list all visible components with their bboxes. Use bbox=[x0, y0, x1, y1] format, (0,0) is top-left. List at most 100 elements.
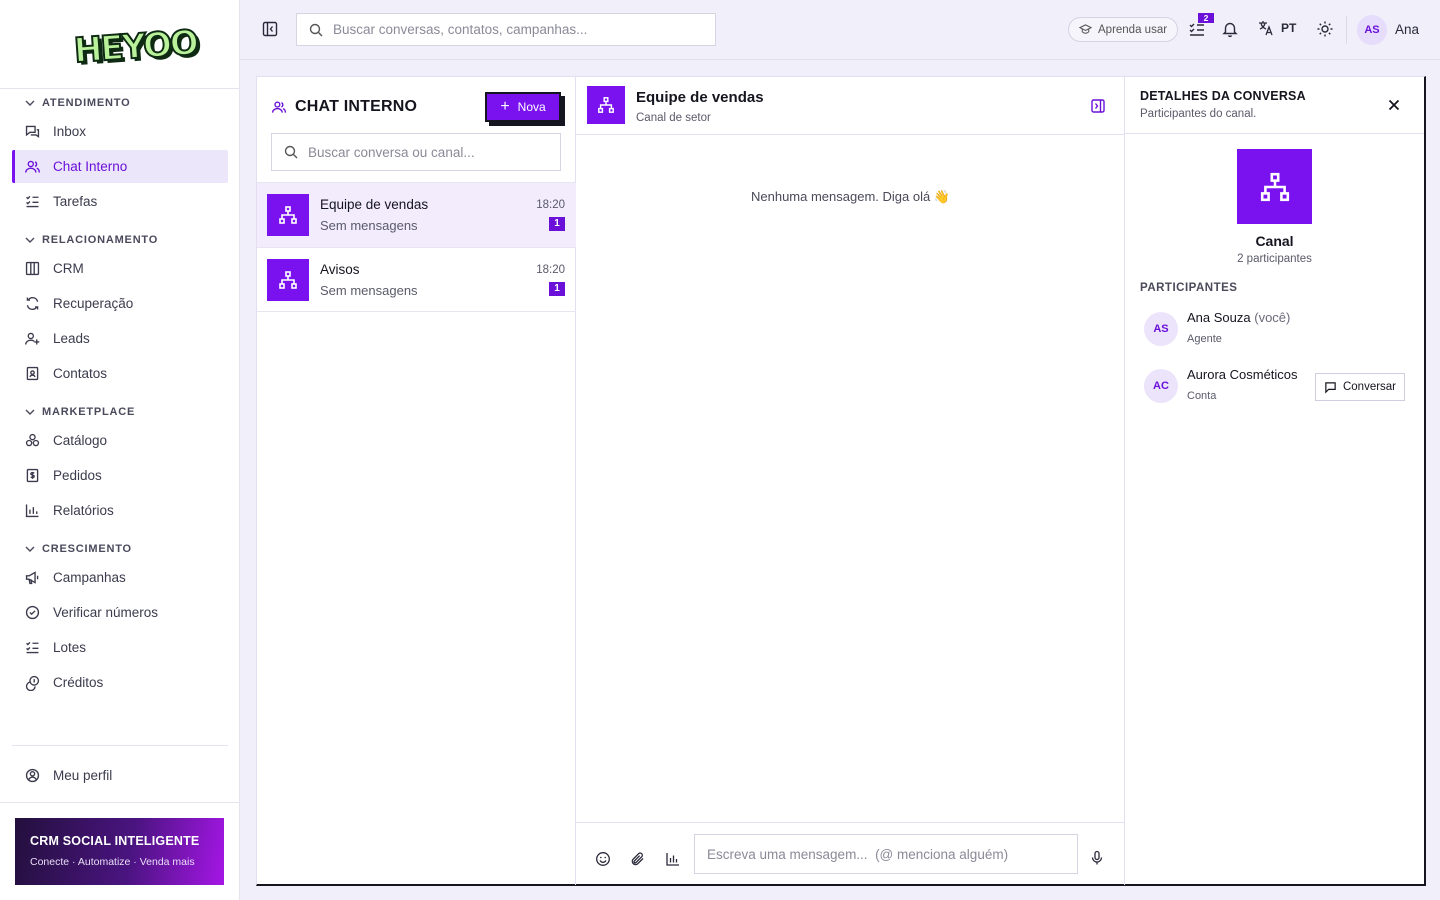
sidebar-item-pedidos[interactable]: Pedidos bbox=[12, 459, 228, 492]
sidebar-item-leads[interactable]: Leads bbox=[12, 322, 228, 355]
section-title: ATENDIMENTO bbox=[42, 97, 131, 109]
participant-name-line: Ana Souza (você) bbox=[1187, 310, 1290, 325]
sidebar-item-relatorios[interactable]: Relatórios bbox=[12, 494, 228, 527]
panel-title: CHAT INTERNO bbox=[271, 98, 417, 116]
close-icon[interactable] bbox=[1387, 98, 1401, 112]
conversation-search-input[interactable] bbox=[308, 144, 560, 160]
learn-label: Aprenda usar bbox=[1098, 23, 1168, 36]
section-atendimento[interactable]: ATENDIMENTO bbox=[12, 93, 228, 113]
promo-banner[interactable]: CRM SOCIAL INTELIGENTE Conecte · Automat… bbox=[15, 818, 224, 885]
unread-badge: 1 bbox=[549, 217, 565, 231]
participant-name: Aurora Cosméticos bbox=[1187, 367, 1298, 382]
promo-subtitle: Conecte · Automatize · Venda mais bbox=[30, 856, 195, 868]
chevron-down-icon bbox=[25, 100, 35, 106]
channel-avatar bbox=[587, 86, 625, 124]
language-code: PT bbox=[1281, 21, 1297, 35]
conversation-time: 18:20 bbox=[536, 199, 565, 211]
participant-role: Conta bbox=[1187, 390, 1217, 402]
sidebar-nav: ATENDIMENTO Inbox Chat Interno Tarefas R… bbox=[12, 93, 228, 699]
microphone-icon[interactable] bbox=[1089, 850, 1105, 866]
sidebar-item-meu-perfil[interactable]: Meu perfil bbox=[12, 759, 228, 792]
topbar: Aprenda usar 2 PT AS Ana bbox=[240, 0, 1440, 60]
megaphone-icon bbox=[25, 571, 39, 585]
section-relacionamento[interactable]: RELACIONAMENTO bbox=[12, 230, 228, 250]
participants-count: 2 participantes bbox=[1237, 253, 1312, 265]
list-check-icon bbox=[26, 641, 39, 654]
sidebar-item-label: Meu perfil bbox=[53, 768, 113, 783]
sidebar-item-campanhas[interactable]: Campanhas bbox=[12, 561, 228, 594]
sidebar-item-contatos[interactable]: Contatos bbox=[12, 357, 228, 390]
profile-section: Meu perfil bbox=[12, 757, 228, 792]
participant-suffix: (você) bbox=[1254, 310, 1291, 325]
sidebar-item-catalogo[interactable]: Catálogo bbox=[12, 424, 228, 457]
sidebar-collapse-icon[interactable] bbox=[262, 21, 278, 37]
start-conversation-button[interactable]: Conversar bbox=[1315, 373, 1405, 401]
sidebar-item-recuperacao[interactable]: Recuperação bbox=[12, 287, 228, 320]
bell-icon[interactable] bbox=[1221, 20, 1239, 38]
sitemap-icon bbox=[279, 206, 297, 224]
message-input[interactable] bbox=[707, 846, 1077, 862]
tasks-badge: 2 bbox=[1198, 13, 1214, 23]
tasks-icon bbox=[26, 195, 39, 208]
columns-icon bbox=[25, 261, 40, 276]
poll-icon[interactable] bbox=[665, 851, 681, 867]
sidebar-item-tarefas[interactable]: Tarefas bbox=[12, 185, 228, 218]
sidebar-item-verificar-numeros[interactable]: Verificar números bbox=[12, 596, 228, 629]
new-conversation-button[interactable]: + Nova bbox=[485, 92, 561, 122]
section-crescimento[interactable]: CRESCIMENTO bbox=[12, 539, 228, 559]
message-composer[interactable] bbox=[694, 834, 1078, 874]
inbox-icon bbox=[25, 125, 40, 138]
unread-badge: 1 bbox=[549, 282, 565, 296]
divider bbox=[12, 745, 228, 746]
sun-icon[interactable] bbox=[1316, 20, 1334, 38]
check-circle-icon bbox=[25, 605, 40, 620]
panel-right-icon[interactable] bbox=[1090, 98, 1106, 114]
learn-button[interactable]: Aprenda usar bbox=[1068, 17, 1179, 42]
composer-bar bbox=[576, 822, 1125, 885]
heyoo-logo[interactable]: HEYOO bbox=[72, 22, 199, 72]
section-title: CRESCIMENTO bbox=[42, 543, 132, 555]
bar-chart-icon bbox=[25, 504, 39, 518]
panel-title-text: CHAT INTERNO bbox=[295, 98, 418, 115]
global-search[interactable] bbox=[296, 13, 716, 46]
sidebar-item-label: Chat Interno bbox=[53, 159, 128, 174]
chat-header: Equipe de vendas Canal de setor bbox=[576, 77, 1125, 135]
sidebar-item-label: Leads bbox=[53, 331, 90, 346]
receipt-icon bbox=[26, 468, 39, 483]
sidebar-item-inbox[interactable]: Inbox bbox=[12, 115, 228, 148]
sidebar-item-label: Catálogo bbox=[53, 433, 108, 448]
sidebar-item-label: Pedidos bbox=[53, 468, 102, 483]
sidebar-item-chat-interno[interactable]: Chat Interno bbox=[12, 150, 228, 183]
conversation-item[interactable]: Equipe de vendas Sem mensagens 18:20 1 bbox=[257, 182, 576, 247]
conversation-item[interactable]: Avisos Sem mensagens 18:20 1 bbox=[257, 247, 576, 312]
plus-icon: + bbox=[500, 98, 510, 115]
users-icon bbox=[271, 101, 287, 113]
global-search-input[interactable] bbox=[333, 22, 715, 37]
user-avatar[interactable]: AS bbox=[1357, 15, 1387, 45]
divider bbox=[0, 88, 239, 89]
chevron-down-icon bbox=[25, 409, 35, 415]
user-name[interactable]: Ana bbox=[1395, 22, 1419, 37]
sidebar-item-creditos[interactable]: Créditos bbox=[12, 666, 228, 699]
avatar: AS bbox=[1144, 312, 1178, 346]
chat-workspace: CHAT INTERNO + Nova Equipe de vendas Sem… bbox=[256, 76, 1426, 886]
conversation-meta: 18:20 1 bbox=[536, 199, 565, 231]
section-marketplace[interactable]: MARKETPLACE bbox=[12, 402, 228, 422]
logo-text: HEYOO bbox=[72, 22, 199, 72]
conversation-search[interactable] bbox=[271, 133, 561, 171]
participants-heading: PARTICIPANTES bbox=[1140, 282, 1238, 294]
emoji-icon[interactable] bbox=[595, 851, 611, 867]
promo-title: CRM SOCIAL INTELIGENTE bbox=[30, 834, 200, 848]
users-icon bbox=[25, 160, 40, 173]
chat-subtitle: Canal de setor bbox=[636, 112, 711, 124]
language-switch[interactable]: PT bbox=[1258, 20, 1296, 36]
search-icon bbox=[284, 145, 298, 159]
empty-state-message: Nenhuma mensagem. Diga olá 👋 bbox=[750, 189, 950, 204]
paperclip-icon[interactable] bbox=[630, 851, 646, 867]
sidebar-item-crm[interactable]: CRM bbox=[12, 252, 228, 285]
channel-avatar bbox=[267, 258, 309, 301]
sitemap-icon bbox=[598, 97, 614, 113]
sidebar-item-label: Lotes bbox=[53, 640, 87, 655]
sidebar-item-lotes[interactable]: Lotes bbox=[12, 631, 228, 664]
avatar: AC bbox=[1144, 369, 1178, 403]
